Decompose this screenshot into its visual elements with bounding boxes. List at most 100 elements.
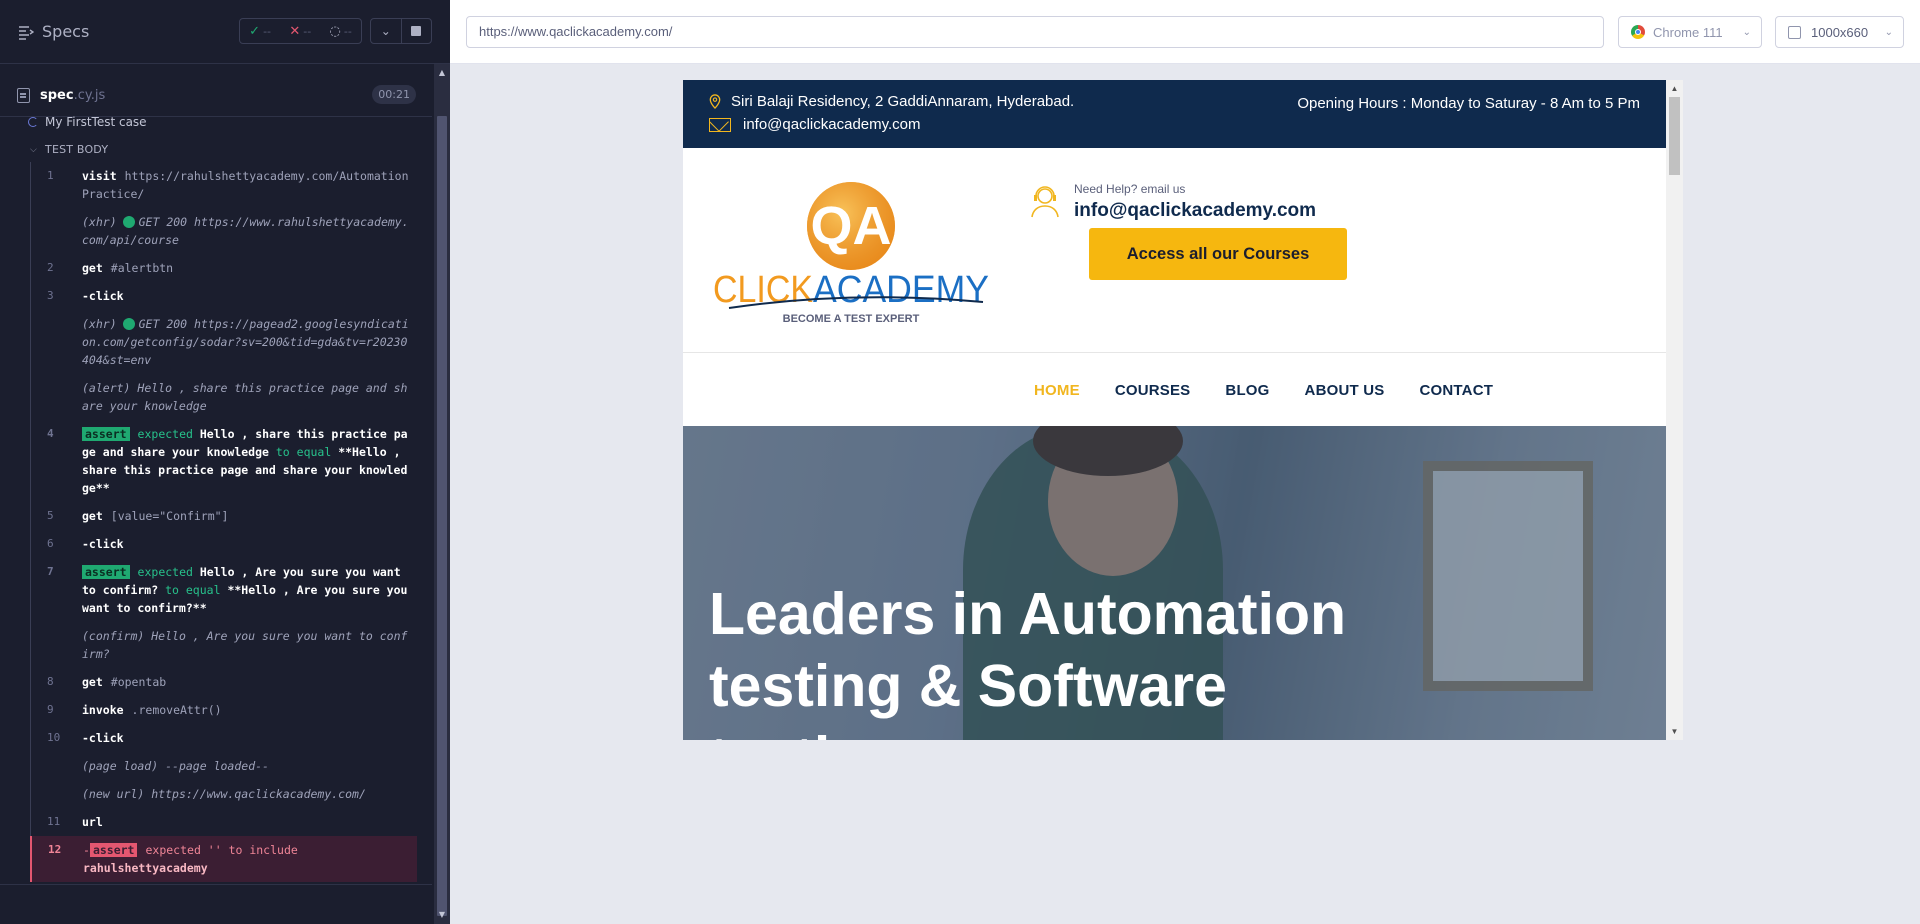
- chrome-icon: [1631, 25, 1645, 39]
- command-name: get: [82, 675, 103, 689]
- help-email[interactable]: info@qaclickacademy.com: [1074, 200, 1316, 222]
- scrollbar-thumb[interactable]: [437, 116, 447, 916]
- command-number: 11: [47, 815, 61, 828]
- reporter-scrollbar[interactable]: ▲ ▼: [434, 64, 450, 924]
- event-row[interactable]: (page load) --page loaded--: [31, 752, 417, 780]
- chevron-down-icon[interactable]: ⌄: [371, 19, 402, 43]
- hero-banner: Leaders in Automation testing & Software…: [683, 426, 1666, 740]
- command-name: invoke: [82, 703, 124, 717]
- logo-badge: QA: [811, 196, 892, 256]
- command-row[interactable]: 9 invoke .removeAttr(): [31, 696, 417, 724]
- command-row[interactable]: 8 get #opentab: [31, 668, 417, 696]
- x-icon: ✕: [289, 23, 301, 39]
- file-icon: [17, 88, 30, 103]
- specs-button[interactable]: Specs: [18, 22, 89, 41]
- scroll-up-icon[interactable]: ▲: [434, 66, 450, 80]
- event-row[interactable]: (new url) https://www.qaclickacademy.com…: [31, 780, 417, 808]
- address-text: Siri Balaji Residency, 2 GaddiAnnaram, H…: [731, 93, 1075, 110]
- event-type: (page load): [82, 759, 159, 773]
- nav-courses[interactable]: COURSES: [1115, 382, 1191, 399]
- status-dot-icon: [122, 318, 135, 330]
- status-dot-icon: [122, 216, 135, 228]
- email-text[interactable]: info@qaclickacademy.com: [743, 116, 921, 133]
- command-row[interactable]: 10 -click: [31, 724, 417, 752]
- test-body-header[interactable]: ⌵ TEST BODY: [30, 143, 108, 156]
- access-courses-button[interactable]: Access all our Courses: [1089, 228, 1347, 280]
- browser-selector[interactable]: Chrome 111 ⌄: [1618, 16, 1762, 48]
- site-email[interactable]: info@qaclickacademy.com: [709, 116, 921, 133]
- event-row[interactable]: (xhr) GET 200 https://www.rahulshettyacad…: [31, 208, 417, 254]
- reporter-panel: Specs ✓ -- ✕ -- ◌ -- ⌄ spec .cy.js 00:21 My …: [0, 0, 450, 924]
- assert-row[interactable]: 4 assert expected Hello , share this prac…: [31, 420, 417, 502]
- scroll-down-icon[interactable]: ▼: [1666, 723, 1683, 740]
- pending-icon: ◌: [329, 23, 341, 39]
- passed-stat: ✓ --: [249, 24, 271, 39]
- scroll-up-icon[interactable]: ▲: [1666, 80, 1683, 97]
- command-number: 5: [47, 509, 54, 522]
- command-message: .removeAttr(): [131, 703, 222, 717]
- nav-contact[interactable]: CONTACT: [1419, 382, 1493, 399]
- event-type: (confirm): [82, 629, 145, 643]
- aut-frame: Siri Balaji Residency, 2 GaddiAnnaram, H…: [683, 80, 1683, 740]
- assert-keyword: expected: [137, 427, 193, 441]
- assert-pass-badge: assert: [82, 565, 130, 579]
- assert-keyword: to equal: [275, 445, 332, 459]
- pending-stat: ◌ --: [330, 24, 352, 39]
- scrollbar-thumb[interactable]: [1669, 97, 1680, 175]
- viewport-selector[interactable]: 1000x660 ⌄: [1775, 16, 1904, 48]
- command-row[interactable]: 11 url: [31, 808, 417, 836]
- logo-text-academy: ACADEMY: [813, 269, 989, 311]
- chevron-down-icon: ⌵: [30, 144, 38, 155]
- command-row[interactable]: 2 get #alertbtn: [31, 254, 417, 282]
- aut-scrollbar[interactable]: ▲ ▼: [1666, 80, 1683, 740]
- assert-fail-badge: assert: [89, 843, 138, 857]
- command-message: #alertbtn: [110, 261, 174, 275]
- site-address: Siri Balaji Residency, 2 GaddiAnnaram, H…: [709, 93, 1074, 110]
- logo-tagline: BECOME A TEST EXPERT: [783, 313, 920, 325]
- nav-blog[interactable]: BLOG: [1225, 382, 1269, 399]
- specs-list-icon: [19, 25, 34, 40]
- support-agent-icon: [1031, 186, 1059, 218]
- test-title[interactable]: My FirstTest case: [28, 115, 147, 129]
- divider: [0, 884, 432, 885]
- aut-toolbar: https://www.qaclickacademy.com/ Chrome 1…: [450, 0, 1920, 64]
- scroll-down-icon[interactable]: ▼: [434, 908, 450, 922]
- event-type: (alert): [82, 381, 131, 395]
- command-message: [value="Confirm"]: [110, 509, 229, 523]
- command-number: 4: [47, 427, 54, 440]
- chevron-down-icon: ⌄: [1884, 26, 1893, 38]
- event-row[interactable]: (alert) Hello , share this practice page…: [31, 374, 417, 420]
- site-header: QA CLICK ACADEMY BECOME A TEST EXPERT Ne…: [683, 148, 1666, 353]
- qa-click-academy-logo[interactable]: QA CLICK ACADEMY BECOME A TEST EXPERT: [711, 178, 991, 328]
- command-log: 1 visit https://rahulshettyacademy.com/Au…: [30, 162, 417, 882]
- command-row[interactable]: 3 -click: [31, 282, 417, 310]
- nav-home[interactable]: HOME: [1034, 382, 1080, 399]
- test-stats: ✓ -- ✕ -- ◌ --: [239, 18, 362, 44]
- command-row[interactable]: 5 get [value="Confirm"]: [31, 502, 417, 530]
- command-number: 8: [47, 675, 54, 688]
- site-nav: HOME COURSES BLOG ABOUT US CONTACT: [683, 354, 1666, 426]
- command-row[interactable]: 6 -click: [31, 530, 417, 558]
- failed-assert-row[interactable]: 12 - assert expected '' to include rahulshe…: [30, 836, 417, 882]
- test-title-text: My FirstTest case: [45, 115, 147, 129]
- assert-row[interactable]: 7 assert expected Hello , Are you sure yo…: [31, 558, 417, 622]
- event-row[interactable]: (xhr) GET 200 https://pagead2.googlesyndi…: [31, 310, 417, 374]
- hero-title: Leaders in Automation testing & Software…: [709, 581, 1347, 740]
- spec-file-ext: .cy.js: [73, 88, 106, 103]
- viewport-label: 1000x660: [1811, 24, 1869, 40]
- command-name: -click: [82, 731, 124, 745]
- nav-about-us[interactable]: ABOUT US: [1305, 382, 1385, 399]
- event-message: --page loaded--: [165, 759, 269, 773]
- browser-label: Chrome 111: [1653, 24, 1723, 40]
- assert-keyword: to equal: [165, 583, 221, 597]
- command-row[interactable]: 1 visit https://rahulshettyacademy.com/Au…: [31, 162, 417, 208]
- event-row[interactable]: (confirm) Hello , Are you sure you want …: [31, 622, 417, 668]
- event-type: (new url): [82, 787, 145, 801]
- event-type: (xhr): [82, 215, 117, 229]
- stop-button[interactable]: [402, 19, 432, 43]
- passed-count: --: [263, 24, 272, 38]
- assert-keyword: expected: [137, 565, 193, 579]
- command-name: -click: [82, 289, 124, 303]
- command-number: 7: [47, 565, 54, 578]
- url-input[interactable]: https://www.qaclickacademy.com/: [466, 16, 1604, 48]
